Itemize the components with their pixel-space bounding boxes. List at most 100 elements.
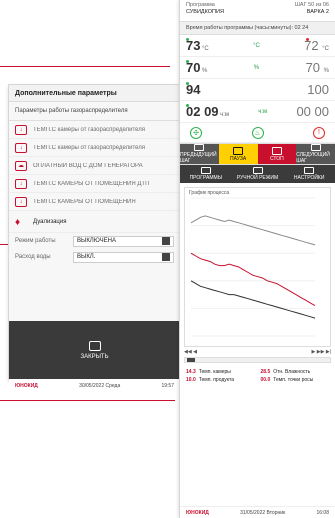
- param-label: ТЕМП.С камеры от газораспределителя: [33, 126, 146, 133]
- metric-row: 73 °C °C 72 °C: [180, 35, 335, 57]
- steam-icon[interactable]: ♨: [251, 126, 264, 139]
- stage-label: ШАГ 50 из 06: [294, 2, 329, 8]
- alarm-icon[interactable]: !: [313, 126, 325, 139]
- footer-time: 19:57: [161, 382, 174, 389]
- legend-text: Темп. точки росы: [273, 377, 314, 383]
- prev-step-icon: [194, 144, 205, 151]
- close-button-label[interactable]: ЗАКРЫТЬ: [80, 354, 108, 360]
- settings-button[interactable]: НАСТРОЙКИ: [283, 165, 335, 183]
- legend-item: 00.0 Темп. точки росы: [261, 377, 330, 383]
- param-icon: ↓: [15, 196, 27, 207]
- chart-svg: [190, 197, 316, 337]
- footer-date: 30/05/2022 Среда: [79, 382, 121, 389]
- metric-target-value: 70: [305, 60, 321, 75]
- select-row: Режим работы ВЫКЛЮЧЕНА: [9, 233, 180, 249]
- programs-label: ПРОГРАММЫ: [189, 175, 223, 181]
- close-icon[interactable]: [88, 340, 101, 351]
- metric-left: 02 09 ч:м: [186, 104, 229, 119]
- metric-mid: °C: [253, 42, 260, 49]
- legend-item: 10.0 Темп. продукта: [186, 377, 255, 383]
- param-row[interactable]: ☁ ОПЛАТНЫЙ ВОД С ДОМ ГЕНЕРАТОРА: [9, 157, 180, 175]
- chart-title: График процесса: [189, 190, 230, 196]
- pause-icon: [233, 146, 244, 155]
- timeline-back-controls[interactable]: ◀◀ ◀: [184, 349, 197, 355]
- manual-mode-icon: [252, 167, 263, 174]
- param-icon: ↓: [15, 178, 27, 189]
- metric-left: 70 %: [186, 60, 207, 75]
- metric-mid: %: [253, 64, 260, 71]
- metric-mid: ч:м: [258, 108, 268, 115]
- param-label: ТЕМП.С камеры от газораспределителя: [33, 144, 146, 151]
- param-row[interactable]: ↓ ТЕМП.С КАМЕРЫ ОТ ПОМЕЩЕНИЯ: [9, 193, 180, 211]
- param-row[interactable]: ↓ ТЕМП.С камеры от газораспределителя: [9, 121, 180, 139]
- status-dot: [186, 60, 189, 63]
- stop-icon: [271, 146, 282, 155]
- section-subtitle: Параметры работы газораспределителя: [9, 102, 180, 121]
- metric-target: 100: [307, 82, 329, 97]
- timeline-controls: ◀◀ ◀ ▶ ▶▶ ▶|: [184, 347, 331, 357]
- mode-buttons: ПРЕДЫДУЩИЙ ШАГ ПАУЗА СТОП СЛЕДУЮЩИЙ ШАГ: [180, 143, 335, 165]
- chevron-down-icon[interactable]: [162, 253, 170, 261]
- cloud-icon: ☁: [15, 160, 27, 171]
- fan-icon[interactable]: ✣: [190, 126, 202, 139]
- metric-left: 73 °C: [186, 38, 209, 53]
- next-step-label: СЛЕДУЮЩИЙ ШАГ: [296, 152, 330, 164]
- chevron-down-icon[interactable]: [162, 237, 170, 245]
- metric-row: 02 09 ч:м ч:м 00 00: [180, 101, 335, 123]
- footer-time: 16:08: [316, 509, 329, 516]
- pause-button[interactable]: ПАУЗА: [218, 144, 258, 164]
- legend-key: 10.0: [186, 377, 196, 383]
- chart-series-line: [190, 252, 316, 307]
- select-row: Расход воды ВЫКЛ.: [9, 249, 180, 265]
- legend-key: 28.5: [260, 369, 271, 375]
- manual-mode-button[interactable]: РУЧНОЙ РЕЖИМ: [232, 165, 284, 183]
- left-footer: ЮНОКИД 30/05/2022 Среда 19:57: [9, 379, 180, 392]
- status-dot: [186, 82, 189, 85]
- next-step-button[interactable]: СЛЕДУЮЩИЙ ШАГ: [296, 144, 335, 164]
- timeline-slider-thumb[interactable]: [187, 358, 195, 362]
- metric-target-value: 100: [307, 82, 329, 97]
- legend-text: Темп. камеры: [198, 369, 231, 375]
- select-key: Расход воды: [15, 254, 51, 260]
- stage-value: ВАРКА 2: [306, 9, 329, 15]
- status-dot: [306, 38, 309, 41]
- legend-text: Отн. Влажность: [273, 369, 311, 375]
- metric-value: 02 09: [186, 104, 219, 119]
- programs-button[interactable]: ПРОГРАММЫ: [180, 165, 232, 183]
- stop-button[interactable]: СТОП: [257, 144, 297, 164]
- select-value[interactable]: ВЫКЛ.: [73, 251, 174, 263]
- param-icon: ↓: [15, 142, 27, 153]
- metric-row: 70 % % 70 %: [180, 57, 335, 79]
- program-monitor-panel: Программа ШАГ 50 из 06 СУВИДКОПИЯ ВАРКА …: [179, 0, 335, 518]
- programs-icon: [200, 167, 211, 174]
- timeline-slider[interactable]: [184, 357, 331, 363]
- legend-key: 14.3: [186, 369, 196, 375]
- manual-mode-label: РУЧНОЙ РЕЖИМ: [236, 175, 279, 181]
- select-value-text: ВЫКЛЮЧЕНА: [77, 238, 116, 244]
- process-chart: График процесса: [184, 187, 331, 347]
- metric-unit: %: [202, 68, 208, 74]
- legend-item: 28.5 Отн. Влажность: [261, 369, 330, 375]
- brand-logo: ЮНОКИД: [15, 382, 38, 389]
- legend-text: Темп. продукта: [198, 377, 235, 383]
- timeline-forward-controls[interactable]: ▶ ▶▶ ▶|: [312, 349, 331, 355]
- select-value-text: ВЫКЛ.: [77, 254, 96, 260]
- metric-row: 94 100: [180, 79, 335, 101]
- select-value[interactable]: ВЫКЛЮЧЕНА: [73, 235, 174, 247]
- param-icon: ↓: [15, 124, 27, 135]
- right-footer: ЮНОКИД 31/05/2022 Вторник 16:08: [180, 506, 335, 518]
- status-icons-row: ✣ ♨ !: [180, 123, 335, 143]
- metric-target: 70 %: [305, 60, 329, 75]
- program-header-values: СУВИДКОПИЯ ВАРКА 2: [180, 8, 335, 21]
- param-row[interactable]: ↓ ТЕМП.С камеры от газораспределителя: [9, 139, 180, 157]
- program-label: Программа: [186, 2, 215, 8]
- action-buttons: ПРОГРАММЫ РУЧНОЙ РЕЖИМ НАСТРОЙКИ: [180, 165, 335, 183]
- param-row[interactable]: ↓ ТЕМП.С КАМЕРЫ ОТ ПОМЕЩЕНИЯ ДТП: [9, 175, 180, 193]
- settings-icon: [304, 167, 315, 174]
- program-header-labels: Программа ШАГ 50 из 06: [180, 0, 335, 8]
- distribution-row[interactable]: ♦ Дуализация: [9, 211, 180, 233]
- connector-line: [0, 400, 175, 401]
- prev-step-button[interactable]: ПРЕДЫДУЩИЙ ШАГ: [180, 144, 219, 164]
- legend-item: 14.3 Темп. камеры: [186, 369, 255, 375]
- program-value: СУВИДКОПИЯ: [186, 9, 224, 15]
